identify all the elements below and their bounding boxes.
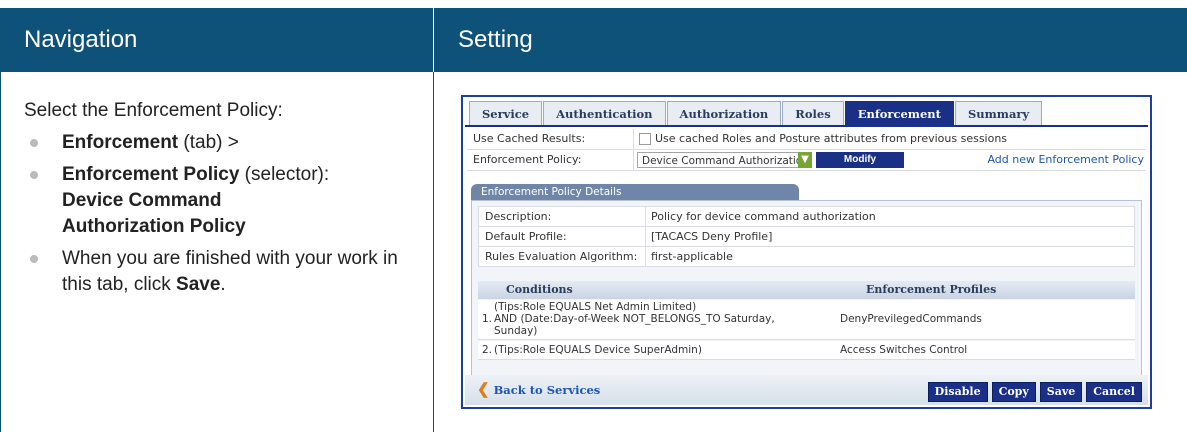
tab-authentication[interactable]: Authentication [543,101,666,125]
details-title: Enforcement Policy Details [471,184,799,200]
copy-button[interactable]: Copy [991,382,1036,402]
profiles-header: Enforcement Profiles [866,283,997,296]
details-panel: Description: Policy for device command a… [471,200,1142,382]
nav-intro: Select the Enforcement Policy: [24,100,283,121]
nav-step-bold: Enforcement Policy [62,164,240,185]
detail-label: Description: [485,210,552,223]
detail-row-default-profile: Default Profile: [TACACS Deny Profile] [478,226,1135,247]
policy-row: Enforcement Policy: Device Command Autho… [467,150,1146,171]
rule-condition-line: AND (Date:Day-of-Week NOT_BELONGS_TO Sat… [494,313,775,325]
bullet-icon [30,171,38,179]
rule-condition-line: Sunday) [494,325,538,337]
conditions-header: Conditions [506,283,573,296]
bullet-icon [30,139,38,147]
policy-name-line1: Device Command [62,190,222,211]
tab-underline [465,125,1148,127]
setting-header: Setting [433,8,1187,72]
tab-summary[interactable]: Summary [954,101,1043,125]
add-policy-link[interactable]: Add new Enforcement Policy [987,150,1144,170]
rule-condition-line: (Tips:Role EQUALS Net Admin Limited) [494,301,697,313]
tab-service[interactable]: Service [469,101,543,125]
use-cached-checkbox[interactable] [639,133,651,145]
service-tabs: Service Authentication Authorization Rol… [469,101,1043,125]
row-divider [633,150,634,170]
navigation-instructions: Select the Enforcement Policy: Enforceme… [24,90,424,304]
detail-row-algorithm: Rules Evaluation Algorithm: first-applic… [478,246,1135,267]
action-footer: ❮ Back to Services Disable Copy Save Canc… [465,375,1148,405]
detail-row-description: Description: Policy for device command a… [478,206,1135,227]
nav-step-bold: Enforcement [62,132,179,153]
detail-value: [TACACS Deny Profile] [651,230,773,243]
use-cached-row: Use Cached Results: Use cached Roles and… [467,129,1146,150]
use-cached-text: Use cached Roles and Posture attributes … [655,132,1008,145]
row-divider [645,207,646,226]
rule-profile: DenyPrevilegedCommands [840,313,982,325]
detail-value: Policy for device command authorization [651,210,876,223]
row-divider [645,247,646,266]
rule-condition-line: (Tips:Role EQUALS Device SuperAdmin) [494,344,702,356]
use-cached-label: Use Cached Results: [473,132,586,145]
cancel-button[interactable]: Cancel [1086,382,1142,402]
disable-button[interactable]: Disable [927,382,988,402]
chevron-left-icon: ❮ [477,380,490,398]
save-button[interactable]: Save [1039,382,1083,402]
action-buttons: Disable Copy Save Cancel [924,382,1142,402]
chevron-down-icon[interactable]: ▼ [798,152,812,168]
nav-step-save: When you are finished with your work in … [24,246,424,298]
policy-label: Enforcement Policy: [473,153,582,166]
tab-authorization[interactable]: Authorization [666,101,782,125]
detail-label: Default Profile: [485,230,567,243]
rules-table-header: Conditions Enforcement Profiles [478,281,1135,299]
rule-row: (Tips:Role EQUALS Net Admin Limited) 1. … [478,300,1135,340]
procedure-table: Navigation Setting Select the Enforcemen… [0,0,1187,432]
column-divider [433,72,434,432]
left-border [0,72,1,432]
nav-step-enforcement-tab: Enforcement (tab) > [24,130,424,156]
rule-row: 2. (Tips:Role EQUALS Device SuperAdmin) … [478,341,1135,360]
nav-steps: Enforcement (tab) > Enforcement Policy (… [24,130,424,298]
row-divider [633,129,634,149]
policy-name-line2: Authorization Policy [62,216,246,237]
nav-step-bold: Save [176,274,221,295]
nav-step-text: . [220,274,226,295]
back-to-services-link[interactable]: ❮ Back to Services [477,380,600,398]
rule-number: 1. [482,313,493,325]
nav-step-text: (tab) > [178,132,239,153]
tab-roles[interactable]: Roles [782,101,844,125]
nav-step-text: When you are finished with your work in … [62,248,398,295]
nav-step-policy-selector: Enforcement Policy (selector): Device Co… [24,162,424,240]
rule-number: 2. [482,344,493,356]
modify-button[interactable]: Modify [816,152,904,168]
nav-step-text: (selector): [239,164,330,185]
enforcement-screenshot: Service Authentication Authorization Rol… [461,95,1152,409]
detail-value: first-applicable [651,250,733,263]
tab-enforcement[interactable]: Enforcement [844,101,954,125]
bullet-icon [30,255,38,263]
policy-select[interactable]: Device Command Authorization Policy [637,152,809,168]
row-divider [645,227,646,246]
detail-label: Rules Evaluation Algorithm: [485,250,638,263]
rule-profile: Access Switches Control [840,344,968,356]
navigation-header: Navigation [0,8,433,72]
back-label: Back to Services [493,383,601,397]
